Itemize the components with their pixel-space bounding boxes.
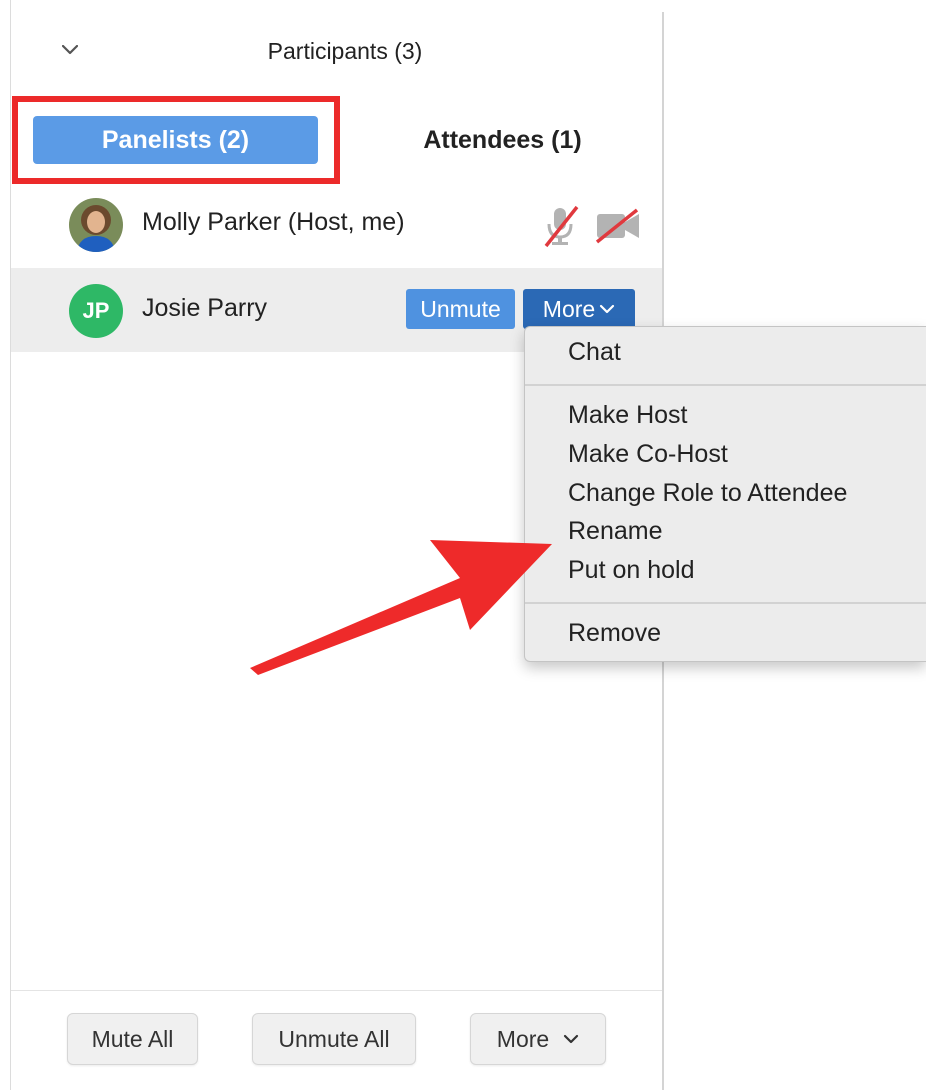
chevron-down-icon — [600, 304, 615, 314]
tab-panelists[interactable]: Panelists (2) — [33, 116, 318, 164]
menu-item-make-host[interactable]: Make Host — [568, 401, 687, 430]
participant-name: Josie Parry — [142, 294, 268, 322]
unmute-all-button[interactable]: Unmute All — [252, 1013, 416, 1065]
unmute-button[interactable]: Unmute — [406, 289, 515, 329]
menu-separator — [525, 602, 926, 604]
menu-item-remove[interactable]: Remove — [568, 619, 661, 648]
footer-more-label: More — [496, 1025, 550, 1052]
menu-item-put-on-hold[interactable]: Put on hold — [568, 556, 695, 585]
chevron-down-icon[interactable] — [60, 40, 80, 60]
footer-more-button[interactable]: More — [470, 1013, 606, 1065]
tab-attendees[interactable]: Attendees (1) — [400, 116, 605, 164]
participant-row[interactable]: Molly Parker (Host, me) — [11, 182, 662, 266]
chevron-down-icon — [564, 1034, 579, 1044]
footer-divider — [11, 990, 662, 991]
avatar — [69, 198, 123, 252]
menu-item-chat[interactable]: Chat — [568, 338, 621, 367]
menu-item-rename[interactable]: Rename — [568, 517, 663, 546]
annotation-arrow — [250, 540, 552, 675]
panel-title: Participants (3) — [267, 38, 423, 64]
menu-item-make-co-host[interactable]: Make Co-Host — [568, 440, 728, 469]
more-button[interactable]: More — [523, 289, 635, 329]
avatar: JP — [69, 284, 123, 338]
participant-name: Molly Parker (Host, me) — [142, 208, 405, 236]
mute-all-button[interactable]: Mute All — [67, 1013, 198, 1065]
muted-microphone-icon[interactable] — [541, 204, 581, 248]
context-menu: Chat Make Host Make Co-Host Change Role … — [524, 326, 926, 662]
menu-item-change-role[interactable]: Change Role to Attendee — [568, 479, 847, 508]
menu-separator — [525, 384, 926, 386]
more-button-label: More — [542, 295, 596, 322]
video-off-icon[interactable] — [595, 208, 641, 244]
